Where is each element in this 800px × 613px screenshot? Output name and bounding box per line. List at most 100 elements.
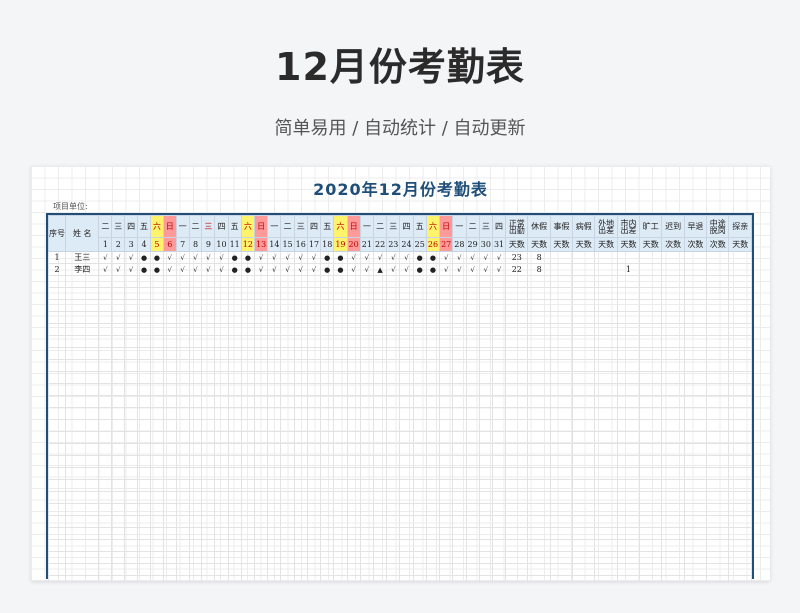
empty-cell xyxy=(64,323,100,336)
empty-cell xyxy=(359,371,374,384)
empty-cell xyxy=(425,335,441,348)
empty-cell xyxy=(306,443,322,456)
empty-cell xyxy=(359,407,374,420)
empty-cell xyxy=(491,359,507,372)
header-stat: 探亲 xyxy=(728,215,752,238)
empty-cell xyxy=(527,479,551,492)
empty-cell xyxy=(465,311,480,324)
empty-cell xyxy=(505,431,529,444)
empty-row xyxy=(48,515,752,528)
empty-cell xyxy=(616,299,641,312)
empty-cell xyxy=(320,575,335,581)
empty-cell xyxy=(683,275,708,288)
empty-cell xyxy=(214,383,229,396)
empty-cell xyxy=(162,359,177,372)
empty-cell xyxy=(728,479,752,492)
empty-cell xyxy=(639,455,663,468)
empty-cell xyxy=(346,551,361,564)
header-weekday: 六 xyxy=(425,215,441,238)
empty-cell xyxy=(346,419,361,432)
empty-cell xyxy=(549,527,574,540)
empty-cell xyxy=(320,347,335,360)
empty-cell xyxy=(452,419,467,432)
empty-cell xyxy=(425,503,441,516)
empty-cell xyxy=(359,323,374,336)
attendance-mark: ● xyxy=(425,263,441,276)
empty-cell xyxy=(439,431,454,444)
empty-cell xyxy=(227,491,242,504)
header-day: 30 xyxy=(478,237,493,252)
empty-cell xyxy=(280,359,295,372)
header-weekday: 三 xyxy=(293,215,308,238)
empty-cell xyxy=(162,335,177,348)
empty-cell xyxy=(48,323,66,336)
empty-cell xyxy=(594,443,618,456)
header-day: 26 xyxy=(425,237,441,252)
empty-row xyxy=(48,299,752,312)
empty-cell xyxy=(412,299,427,312)
attendance-table: 序号姓 名二三四五六日一二三四五六日一二三四五六日一二三四五六日一二三四正常出勤… xyxy=(48,215,752,581)
empty-cell xyxy=(572,335,596,348)
empty-cell xyxy=(188,563,203,576)
empty-cell xyxy=(111,311,126,324)
empty-cell xyxy=(683,527,708,540)
header-day: 16 xyxy=(293,237,308,252)
header-stat: 事假 xyxy=(549,215,574,238)
attendance-mark: ● xyxy=(149,263,164,276)
empty-cell xyxy=(293,479,308,492)
empty-cell xyxy=(399,443,414,456)
empty-cell xyxy=(149,479,164,492)
empty-cell xyxy=(452,431,467,444)
empty-cell xyxy=(491,575,507,581)
header-day: 22 xyxy=(372,237,388,252)
empty-cell xyxy=(359,431,374,444)
empty-cell xyxy=(527,431,551,444)
row-stat: 22 xyxy=(505,263,529,276)
empty-cell xyxy=(111,419,126,432)
empty-cell xyxy=(639,287,663,300)
empty-cell xyxy=(661,371,685,384)
empty-cell xyxy=(549,323,574,336)
empty-cell xyxy=(253,479,269,492)
empty-row xyxy=(48,323,752,336)
attendance-mark: √ xyxy=(386,263,401,276)
empty-cell xyxy=(661,407,685,420)
empty-cell xyxy=(98,539,113,552)
empty-cell xyxy=(616,335,641,348)
header-day: 15 xyxy=(280,237,295,252)
empty-cell xyxy=(728,395,752,408)
empty-cell xyxy=(201,347,216,360)
empty-cell xyxy=(683,443,708,456)
empty-cell xyxy=(293,539,308,552)
attendance-mark: ● xyxy=(333,263,348,276)
attendance-mark: √ xyxy=(452,263,467,276)
empty-cell xyxy=(465,479,480,492)
empty-cell xyxy=(478,407,493,420)
row-stat xyxy=(661,263,685,276)
empty-cell xyxy=(64,371,100,384)
empty-cell xyxy=(280,479,295,492)
empty-cell xyxy=(280,287,295,300)
empty-cell xyxy=(98,551,113,564)
empty-cell xyxy=(111,479,126,492)
empty-cell xyxy=(227,551,242,564)
empty-cell xyxy=(227,515,242,528)
empty-cell xyxy=(399,371,414,384)
empty-cell xyxy=(98,311,113,324)
empty-cell xyxy=(399,527,414,540)
empty-cell xyxy=(48,359,66,372)
empty-cell xyxy=(227,575,242,581)
empty-cell xyxy=(372,359,388,372)
empty-cell xyxy=(683,455,708,468)
empty-cell xyxy=(439,407,454,420)
empty-cell xyxy=(549,419,574,432)
empty-cell xyxy=(162,491,177,504)
empty-cell xyxy=(728,299,752,312)
empty-cell xyxy=(333,287,348,300)
empty-cell xyxy=(386,443,401,456)
empty-cell xyxy=(452,275,467,288)
attendance-mark: ● xyxy=(412,263,427,276)
empty-cell xyxy=(64,563,100,576)
empty-cell xyxy=(425,563,441,576)
empty-cell xyxy=(188,443,203,456)
